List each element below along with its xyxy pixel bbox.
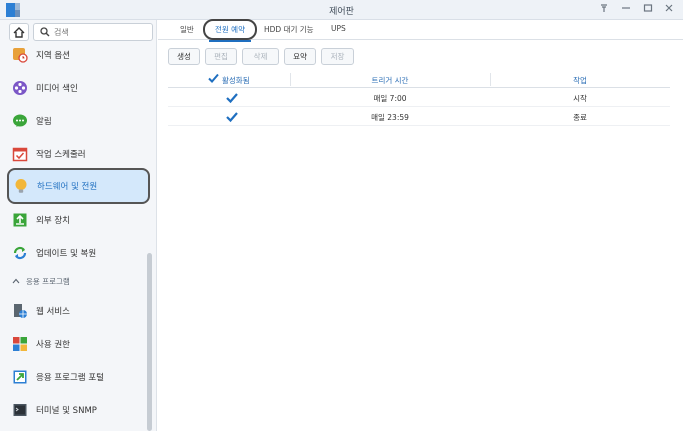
sidebar-item-web-services[interactable]: 웹 서비스 <box>8 298 148 324</box>
sidebar-item-label: 외부 장치 <box>36 216 70 226</box>
home-button[interactable] <box>9 23 29 41</box>
tab-bar: 일반 전원 예약 HDD 대기 기능 UPS <box>158 19 683 42</box>
sidebar-item-external-devices[interactable]: 외부 장치 <box>8 207 148 233</box>
section-label: 응용 프로그램 <box>26 277 70 286</box>
summary-button[interactable]: 요약 <box>284 48 316 65</box>
select-all-checkbox[interactable] <box>208 73 219 87</box>
maximize-icon[interactable] <box>641 3 655 16</box>
task-scheduler-icon <box>12 146 28 162</box>
sidebar-item-label: 알림 <box>36 117 52 127</box>
row-trigger-time: 매일 23:59 <box>371 113 409 122</box>
row-enabled-checkbox[interactable] <box>226 92 238 107</box>
grid-header: 활성화됨 트리거 시간 작업 <box>168 71 670 88</box>
notification-icon <box>12 113 28 129</box>
region-options-icon <box>12 47 28 63</box>
row-action: 종료 <box>573 113 587 122</box>
sidebar-scrollbar[interactable] <box>147 253 152 431</box>
sidebar-item-label: 작업 스케줄러 <box>36 150 86 160</box>
terminal-snmp-icon <box>12 402 28 418</box>
section-header-applications[interactable]: 응용 프로그램 <box>12 276 70 287</box>
sidebar-item-region-options[interactable]: 지역 옵션 <box>8 42 148 68</box>
main-panel: 일반 전원 예약 HDD 대기 기능 UPS 생성 편집 삭제 요약 저장 활성… <box>158 19 683 431</box>
close-icon[interactable] <box>662 3 676 16</box>
minimize-icon[interactable] <box>619 3 633 16</box>
column-header-trigger-time[interactable]: 트리거 시간 <box>290 75 490 86</box>
table-row[interactable]: 매일 7:00 시작 <box>168 89 670 107</box>
tab-general[interactable]: 일반 <box>180 24 194 35</box>
tab-power-schedule[interactable]: 전원 예약 <box>203 19 257 42</box>
row-enabled-checkbox[interactable] <box>226 111 238 126</box>
application-portal-icon <box>12 369 28 385</box>
chevron-up-icon <box>12 277 20 286</box>
search-input-box[interactable] <box>33 23 153 41</box>
sidebar-item-label: 응용 프로그램 포털 <box>36 373 104 383</box>
pin-icon[interactable] <box>597 3 611 16</box>
external-devices-icon <box>12 212 28 228</box>
sidebar-item-label: 웹 서비스 <box>36 307 70 317</box>
delete-button[interactable]: 삭제 <box>242 48 279 65</box>
tab-hdd-hibernation[interactable]: HDD 대기 기능 <box>264 24 314 35</box>
search-icon <box>40 27 50 37</box>
edit-button[interactable]: 편집 <box>205 48 237 65</box>
save-button[interactable]: 저장 <box>321 48 354 65</box>
sidebar-item-label: 업데이트 및 복원 <box>36 249 97 259</box>
window-title: 제어판 <box>329 7 354 17</box>
column-header-action[interactable]: 작업 <box>490 75 670 86</box>
sidebar: 지역 옵션 미디어 색인 알림 작업 스케줄러 하드웨어 및 전원 외부 장치 <box>0 20 157 431</box>
sidebar-item-label: 미디어 색인 <box>36 84 78 94</box>
tab-ups[interactable]: UPS <box>331 24 346 33</box>
sidebar-item-label: 지역 옵션 <box>36 51 70 61</box>
sidebar-item-label: 하드웨어 및 전원 <box>37 182 98 192</box>
home-icon <box>13 26 25 38</box>
sidebar-item-application-portal[interactable]: 응용 프로그램 포털 <box>8 364 148 390</box>
title-bar: 제어판 <box>0 0 683 20</box>
sidebar-item-label: 사용 권한 <box>36 340 70 350</box>
sidebar-item-notification[interactable]: 알림 <box>8 108 148 134</box>
sidebar-item-label: 터미널 및 SNMP <box>36 406 97 416</box>
sidebar-item-update-restore[interactable]: 업데이트 및 복원 <box>8 240 148 266</box>
sidebar-item-task-scheduler[interactable]: 작업 스케줄러 <box>8 141 148 167</box>
privileges-icon <box>12 336 28 352</box>
create-button[interactable]: 생성 <box>168 48 200 65</box>
sidebar-item-hardware-power[interactable]: 하드웨어 및 전원 <box>7 168 150 204</box>
row-trigger-time: 매일 7:00 <box>373 94 407 103</box>
search-input[interactable] <box>54 26 149 39</box>
hardware-power-icon <box>13 178 29 194</box>
column-header-enabled[interactable]: 활성화됨 <box>222 75 250 86</box>
sidebar-item-privileges[interactable]: 사용 권한 <box>8 331 148 357</box>
sidebar-item-media-index[interactable]: 미디어 색인 <box>8 75 148 101</box>
web-services-icon <box>12 303 28 319</box>
table-row[interactable]: 매일 23:59 종료 <box>168 108 670 126</box>
row-action: 시작 <box>573 94 587 103</box>
sidebar-item-terminal-snmp[interactable]: 터미널 및 SNMP <box>8 397 148 423</box>
media-index-icon <box>12 80 28 96</box>
update-restore-icon <box>12 245 28 261</box>
